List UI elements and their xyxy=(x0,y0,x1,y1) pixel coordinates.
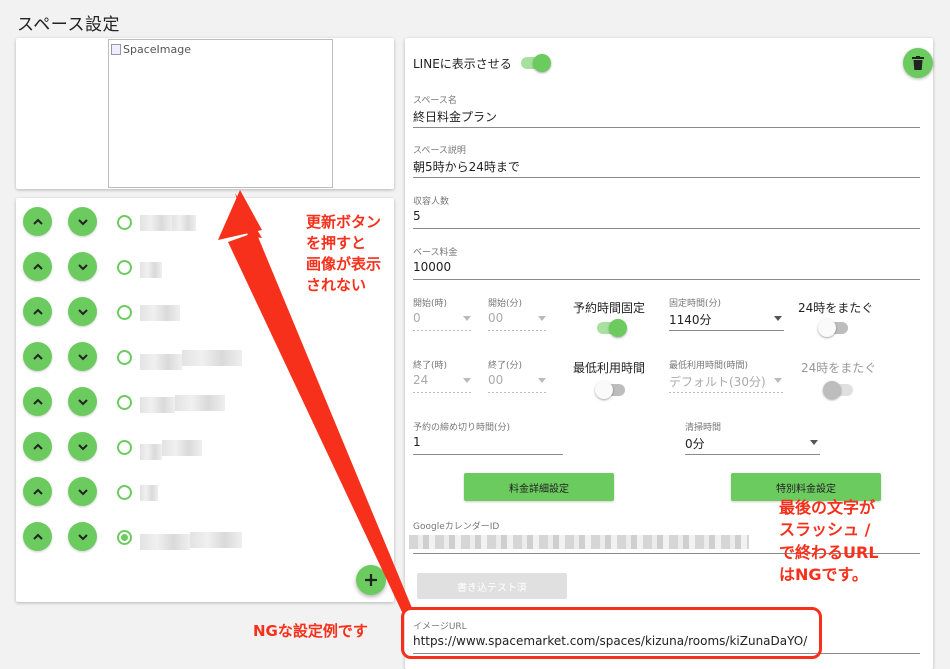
base-price-field[interactable]: ベース料金 10000 xyxy=(413,245,920,280)
annotation-slash-note: 最後の文字が スラッシュ / で終わるURL はNGです。 xyxy=(779,498,879,585)
chevron-up-icon xyxy=(32,218,43,225)
move-down-button[interactable] xyxy=(68,297,97,326)
space-image-card: SpaceImage xyxy=(16,38,394,189)
cross-24h-toggle-a[interactable] xyxy=(818,319,848,337)
chevron-up-icon xyxy=(32,398,43,405)
list-item xyxy=(16,380,394,425)
space-name-field[interactable]: スペース名 終日料金プラン xyxy=(413,93,920,128)
fixed-time-toggle[interactable] xyxy=(597,319,627,337)
move-up-button[interactable] xyxy=(23,477,52,506)
chevron-down-icon xyxy=(774,316,782,321)
move-up-button[interactable] xyxy=(23,342,52,371)
list-item xyxy=(16,425,394,470)
fixed-time-label: 予約時間固定 xyxy=(573,301,646,315)
chevron-down-icon xyxy=(77,398,88,405)
page-title: スペース設定 xyxy=(17,15,120,35)
price-detail-button[interactable]: 料金詳細設定 xyxy=(464,473,614,501)
list-item xyxy=(16,290,394,335)
move-up-button[interactable] xyxy=(23,387,52,416)
capacity-field[interactable]: 収容人数 5 xyxy=(413,194,920,229)
start-minute-select[interactable]: 開始(分) 00 xyxy=(488,296,548,331)
end-hour-select[interactable]: 終了(時) 24 xyxy=(413,358,473,393)
add-space-button[interactable] xyxy=(356,565,386,595)
move-down-button[interactable] xyxy=(68,522,97,551)
chevron-down-icon xyxy=(77,263,88,270)
plus-icon xyxy=(365,574,377,586)
deadline-field[interactable]: 予約の締め切り時間(分) 1 xyxy=(413,420,563,455)
select-radio[interactable] xyxy=(117,530,132,545)
min-time-select[interactable]: 最低利用時間(時間) デフォルト(30分) xyxy=(669,358,784,393)
move-up-button[interactable] xyxy=(23,432,52,461)
annotation-refresh-note: 更新ボタン を押すと 画像が表示 されない xyxy=(306,213,382,294)
move-up-button[interactable] xyxy=(23,207,52,236)
select-radio[interactable] xyxy=(117,395,132,410)
cross-24h-toggle-b[interactable] xyxy=(823,381,853,399)
min-time-label: 最低利用時間 xyxy=(573,361,646,375)
chevron-down-icon xyxy=(77,353,88,360)
min-time-toggle[interactable] xyxy=(595,381,625,399)
trash-icon xyxy=(912,56,924,70)
cross-24h-label-b: 24時をまたぐ xyxy=(801,361,877,375)
move-down-button[interactable] xyxy=(68,387,97,416)
move-up-button[interactable] xyxy=(23,297,52,326)
chevron-down-icon xyxy=(77,533,88,540)
move-up-button[interactable] xyxy=(23,252,52,281)
chevron-down-icon xyxy=(77,308,88,315)
image-url-field[interactable]: イメージURL https://www.spacemarket.com/spac… xyxy=(413,619,920,654)
chevron-up-icon xyxy=(32,488,43,495)
list-item xyxy=(16,515,394,560)
chevron-up-icon xyxy=(32,263,43,270)
chevron-down-icon xyxy=(774,378,782,383)
select-radio[interactable] xyxy=(117,485,132,500)
move-down-button[interactable] xyxy=(68,477,97,506)
chevron-up-icon xyxy=(32,443,43,450)
select-radio[interactable] xyxy=(117,350,132,365)
select-radio[interactable] xyxy=(117,260,132,275)
chevron-down-icon xyxy=(77,218,88,225)
cleaning-time-select[interactable]: 清掃時間 0分 xyxy=(685,420,820,455)
broken-image-icon xyxy=(111,44,121,55)
select-radio[interactable] xyxy=(117,215,132,230)
move-down-button[interactable] xyxy=(68,207,97,236)
line-display-label: LINEに表示させる xyxy=(413,57,512,71)
chevron-down-icon xyxy=(463,378,471,383)
delete-button[interactable] xyxy=(903,48,933,78)
select-radio[interactable] xyxy=(117,305,132,320)
move-down-button[interactable] xyxy=(68,342,97,371)
fixed-time-select[interactable]: 固定時間(分) 1140分 xyxy=(669,296,784,331)
annotation-ng-example: NGな設定例です xyxy=(253,622,368,640)
chevron-up-icon xyxy=(32,533,43,540)
start-hour-select[interactable]: 開始(時) 0 xyxy=(413,296,473,331)
list-item xyxy=(16,470,394,515)
cross-24h-label-a: 24時をまたぐ xyxy=(798,301,874,315)
chevron-up-icon xyxy=(32,353,43,360)
select-radio[interactable] xyxy=(117,440,132,455)
chevron-down-icon xyxy=(77,443,88,450)
chevron-down-icon xyxy=(77,488,88,495)
google-calendar-id-redacted xyxy=(409,535,749,549)
chevron-down-icon xyxy=(463,316,471,321)
chevron-up-icon xyxy=(32,308,43,315)
line-display-toggle[interactable] xyxy=(521,54,551,72)
end-minute-select[interactable]: 終了(分) 00 xyxy=(488,358,548,393)
list-item xyxy=(16,335,394,380)
space-image: SpaceImage xyxy=(108,39,333,188)
chevron-down-icon xyxy=(810,440,818,445)
move-up-button[interactable] xyxy=(23,522,52,551)
move-down-button[interactable] xyxy=(68,252,97,281)
move-down-button[interactable] xyxy=(68,432,97,461)
chevron-down-icon xyxy=(538,378,546,383)
space-image-alt: SpaceImage xyxy=(123,43,191,56)
space-description-field[interactable]: スペース説明 朝5時から24時まで xyxy=(413,143,920,178)
write-test-button[interactable]: 書き込テスト済 xyxy=(417,573,567,599)
chevron-down-icon xyxy=(538,316,546,321)
